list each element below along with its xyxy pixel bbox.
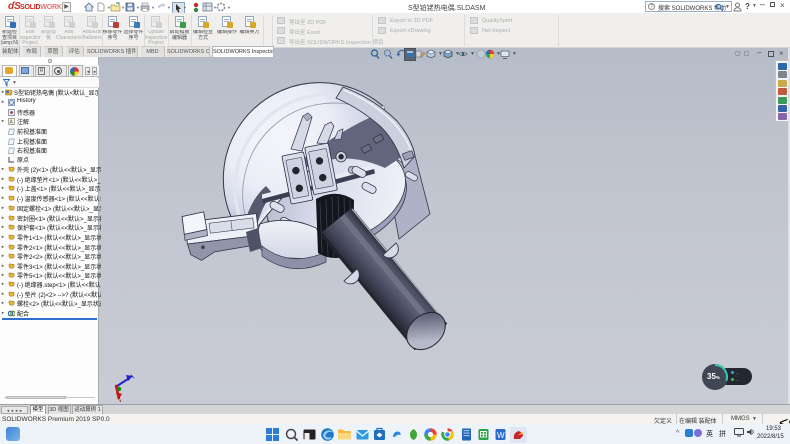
svg-text:W: W bbox=[497, 431, 505, 440]
